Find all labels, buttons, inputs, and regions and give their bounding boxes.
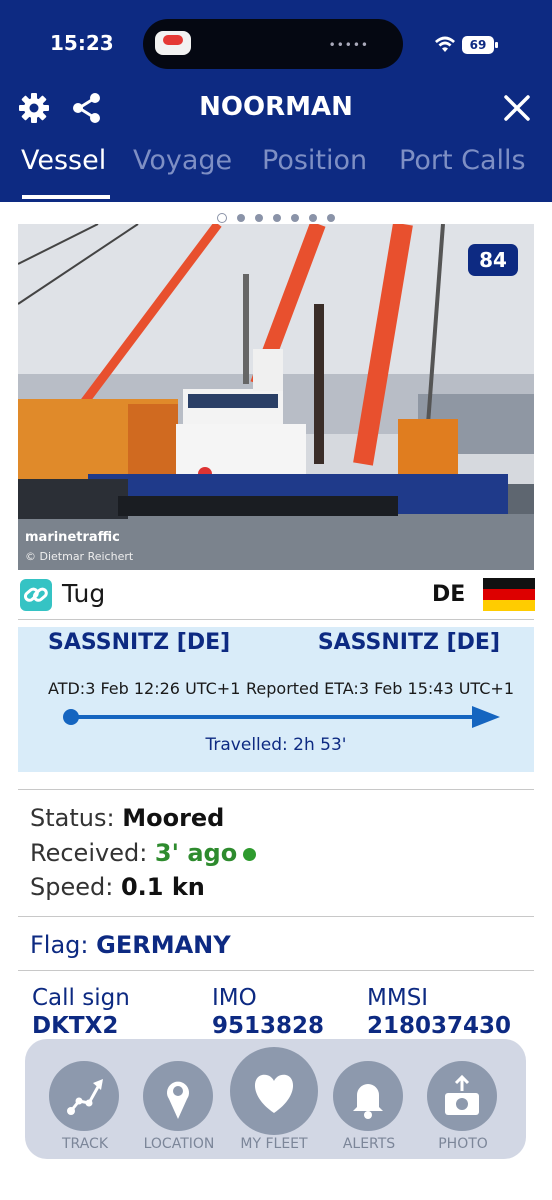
atd-label: ATD: — [48, 679, 86, 698]
imo-field: IMO 9513828 — [212, 985, 324, 1039]
atd-text: ATD:3 Feb 12:26 UTC+1 — [48, 679, 240, 698]
tug-link-icon — [20, 579, 52, 611]
atd-value: 3 Feb 12:26 UTC+1 — [85, 679, 241, 698]
pager-dot[interactable] — [217, 212, 227, 223]
flag-row: Flag: GERMANY — [30, 931, 231, 959]
mmsi-label: MMSI — [367, 985, 429, 1011]
vessel-type: Tug — [62, 579, 106, 608]
online-dot-icon — [243, 847, 257, 861]
tab-port-calls[interactable]: Port Calls — [399, 145, 526, 176]
section-tabs: Vessel Voyage Position Port Calls — [0, 140, 552, 202]
call-sign-value: DKTX2 — [32, 1013, 119, 1039]
photo-credit: © Dietmar Reichert — [25, 550, 134, 563]
divider — [18, 970, 534, 971]
track-icon — [49, 1061, 119, 1131]
pager-dot[interactable] — [309, 213, 317, 222]
received-row: Received: 3' ago — [30, 839, 257, 867]
app-header: 15:23 ••••• 69 NOORMAN Vessel Voyage Pos… — [0, 0, 552, 202]
vessel-photo-image — [18, 224, 534, 570]
vessel-identifiers: Call sign DKTX2 IMO 9513828 MMSI 2180374… — [0, 985, 552, 1045]
eta-text: Reported ETA:3 Feb 15:43 UTC+1 — [246, 679, 514, 698]
imo-value: 9513828 — [212, 1013, 325, 1039]
signal-dots-icon: ••••• — [328, 38, 369, 52]
eta-value: 3 Feb 15:43 UTC+1 — [358, 679, 515, 698]
speed-label: Speed: — [30, 873, 114, 901]
bottom-action-bar: TRACK LOCATION MY FLEET ALERTS PHOTO — [25, 1039, 526, 1159]
pager-dot[interactable] — [237, 213, 245, 222]
call-sign-label: Call sign — [32, 985, 130, 1011]
photo-watermark: marinetraffic — [25, 530, 120, 545]
tab-voyage[interactable]: Voyage — [133, 145, 232, 176]
active-tab-indicator — [22, 195, 110, 199]
status-value: Moored — [122, 804, 225, 832]
close-icon[interactable] — [503, 94, 531, 126]
departure-port: SASSNITZ [DE] — [48, 630, 231, 655]
country-code: DE — [432, 582, 466, 607]
divider — [18, 789, 534, 790]
travelled-time: Travelled: 2h 53' — [205, 735, 347, 755]
pager-dot[interactable] — [273, 213, 281, 222]
heart-icon — [230, 1047, 318, 1135]
voyage-progress-arrow — [63, 706, 500, 728]
live-activity-icon — [155, 31, 191, 55]
tab-position[interactable]: Position — [262, 145, 367, 176]
pager-dot[interactable] — [255, 213, 263, 222]
call-sign-field: Call sign DKTX2 — [32, 985, 130, 1039]
imo-label: IMO — [212, 985, 257, 1011]
battery-indicator: 69 — [462, 36, 498, 54]
mmsi-value: 218037430 — [367, 1013, 512, 1039]
destination-port: SASSNITZ [DE] — [317, 630, 500, 655]
flag-value: GERMANY — [96, 931, 231, 959]
vessel-photo[interactable]: 84 marinetraffic © Dietmar Reichert — [18, 224, 534, 570]
tab-vessel[interactable]: Vessel — [21, 145, 106, 176]
status-label: Status: — [30, 804, 115, 832]
divider — [18, 619, 534, 620]
status-bar-time: 15:23 — [50, 31, 114, 55]
photo-label: PHOTO — [438, 1136, 488, 1152]
status-row: Status: Moored — [30, 804, 224, 832]
mmsi-field: MMSI 218037430 — [367, 985, 511, 1039]
divider — [18, 916, 534, 917]
location-pin-icon — [143, 1061, 213, 1131]
photo-pager-dots[interactable] — [0, 207, 552, 223]
received-value: 3' ago — [154, 839, 238, 867]
photo-count-badge: 84 — [468, 244, 518, 276]
received-label: Received: — [30, 839, 148, 867]
dynamic-island: ••••• — [143, 19, 403, 69]
wifi-icon — [435, 36, 455, 52]
speed-row: Speed: 0.1 kn — [30, 873, 205, 901]
flag-label: Flag: — [30, 931, 89, 959]
status-bar-indicators: 69 — [434, 34, 504, 56]
germany-flag-icon — [483, 578, 535, 611]
speed-value: 0.1 kn — [120, 873, 205, 901]
vessel-name-title: NOORMAN — [199, 92, 353, 122]
pager-dot[interactable] — [291, 213, 299, 222]
camera-upload-icon — [427, 1061, 497, 1131]
eta-label: Reported ETA: — [246, 679, 359, 698]
bell-icon — [333, 1061, 403, 1131]
pager-dot[interactable] — [327, 213, 335, 222]
voyage-summary-card[interactable]: SASSNITZ [DE] SASSNITZ [DE] ATD:3 Feb 12… — [18, 627, 534, 772]
vessel-type-row: Tug DE — [18, 573, 535, 617]
